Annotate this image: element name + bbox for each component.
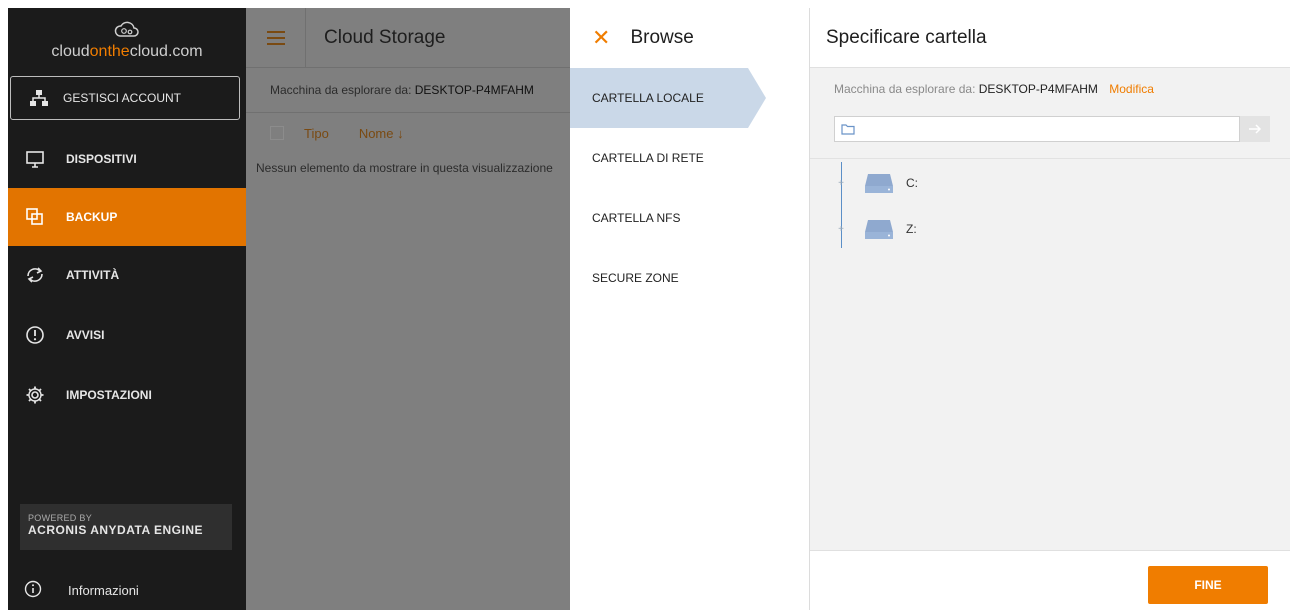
location-cartella-locale[interactable]: CARTELLA LOCALE <box>570 68 766 128</box>
table-header: Tipo Nome ↓ <box>246 113 570 153</box>
info-label: Informazioni <box>68 582 139 598</box>
browse-title: Browse <box>630 27 694 48</box>
empty-message: Nessun elemento da mostrare in questa vi… <box>256 161 553 175</box>
machine-info: Macchina da esplorare da: DESKTOP-P4MFAH… <box>834 82 1154 96</box>
sidebar-item-label: IMPOSTAZIONI <box>66 388 152 402</box>
column-header-nome[interactable]: Nome ↓ <box>359 126 404 141</box>
divider <box>810 158 1290 159</box>
sidebar-item-label: AVVISI <box>66 328 105 342</box>
location-cartella-di-rete[interactable]: CARTELLA DI RETE <box>570 128 766 188</box>
manage-account-button[interactable]: GESTISCI ACCOUNT <box>10 76 240 120</box>
sidebar-item-avvisi[interactable]: AVVISI <box>8 306 246 364</box>
close-icon[interactable]: ✕ <box>592 25 610 51</box>
expand-icon[interactable]: + <box>834 178 848 189</box>
tree-item-drive[interactable]: + C: <box>834 168 1034 198</box>
location-label: CARTELLA NFS <box>592 211 681 225</box>
tree-item-drive[interactable]: + Z: <box>834 214 1034 244</box>
powered-by-brand: ACRONIS ANYDATA ENGINE <box>28 523 204 537</box>
main-header: Cloud Storage <box>246 7 570 68</box>
folder-icon <box>841 124 855 135</box>
location-cartella-nfs[interactable]: CARTELLA NFS <box>570 188 766 248</box>
page-title: Cloud Storage <box>324 26 446 48</box>
machine-name: DESKTOP-P4MFAHM <box>978 82 1098 96</box>
powered-by-label: POWERED BY <box>28 513 93 523</box>
location-secure-zone[interactable]: SECURE ZONE <box>570 248 766 308</box>
machine-name: DESKTOP-P4MFAHM <box>414 83 534 97</box>
done-button[interactable]: FINE <box>1148 566 1268 604</box>
info-icon <box>24 580 42 601</box>
app-root: cloudonthecloud.com GESTISCI ACCOUNT DIS… <box>0 0 1290 610</box>
sidebar-item-label: BACKUP <box>66 210 118 224</box>
location-label: SECURE ZONE <box>592 271 679 285</box>
location-label: CARTELLA LOCALE <box>592 91 704 105</box>
monitor-icon <box>24 148 46 170</box>
info-link[interactable]: Informazioni <box>8 570 246 610</box>
browse-panel: ✕ Browse CARTELLA LOCALE CARTELLA DI RET… <box>570 8 810 610</box>
column-header-tipo[interactable]: Tipo <box>304 126 329 141</box>
sync-icon <box>24 264 46 286</box>
edit-machine-link[interactable]: Modifica <box>1109 82 1154 96</box>
path-input[interactable] <box>834 116 1240 142</box>
main-content-overlay: Cloud Storage Macchina da esplorare da: … <box>246 7 570 610</box>
machine-prefix: Macchina da esplorare da: <box>270 83 412 97</box>
sidebar-item-label: ATTIVITÀ <box>66 268 120 282</box>
folder-panel: Specificare cartella Macchina da esplora… <box>810 8 1290 610</box>
backup-icon <box>24 206 46 228</box>
sidebar-item-impostazioni[interactable]: IMPOSTAZIONI <box>8 366 246 424</box>
go-button[interactable] <box>1240 116 1270 142</box>
folder-panel-footer: FINE <box>810 550 1290 610</box>
select-all-checkbox[interactable] <box>270 126 284 140</box>
powered-by-badge: POWERED BY ACRONIS ANYDATA ENGINE <box>20 504 232 550</box>
sidebar: cloudonthecloud.com GESTISCI ACCOUNT DIS… <box>8 8 246 610</box>
drive-label: C: <box>906 176 918 190</box>
machine-prefix: Macchina da esplorare da: <box>834 82 976 96</box>
sidebar-item-dispositivi[interactable]: DISPOSITIVI <box>8 130 246 188</box>
sidebar-item-label: DISPOSITIVI <box>66 152 137 166</box>
logo-icon <box>114 21 139 37</box>
machine-info: Macchina da esplorare da: DESKTOP-P4MFAH… <box>246 68 570 113</box>
expand-icon[interactable]: + <box>834 224 848 235</box>
gear-icon <box>24 384 46 406</box>
sidebar-item-backup[interactable]: BACKUP <box>8 188 246 246</box>
folder-panel-body: Macchina da esplorare da: DESKTOP-P4MFAH… <box>810 68 1290 550</box>
manage-account-label: GESTISCI ACCOUNT <box>63 91 182 105</box>
folder-panel-title: Specificare cartella <box>810 8 1290 68</box>
logo: cloudonthecloud.com <box>8 8 246 72</box>
drive-icon <box>865 220 893 239</box>
logo-text: cloudonthecloud.com <box>51 43 203 60</box>
network-icon <box>30 90 48 106</box>
alert-icon <box>24 324 46 346</box>
location-label: CARTELLA DI RETE <box>592 151 704 165</box>
arrow-right-icon <box>1249 124 1262 134</box>
menu-icon[interactable] <box>246 7 306 68</box>
drive-icon <box>865 174 893 193</box>
sidebar-item-attivita[interactable]: ATTIVITÀ <box>8 246 246 304</box>
browse-header: ✕ Browse <box>570 8 809 68</box>
drive-label: Z: <box>906 222 917 236</box>
